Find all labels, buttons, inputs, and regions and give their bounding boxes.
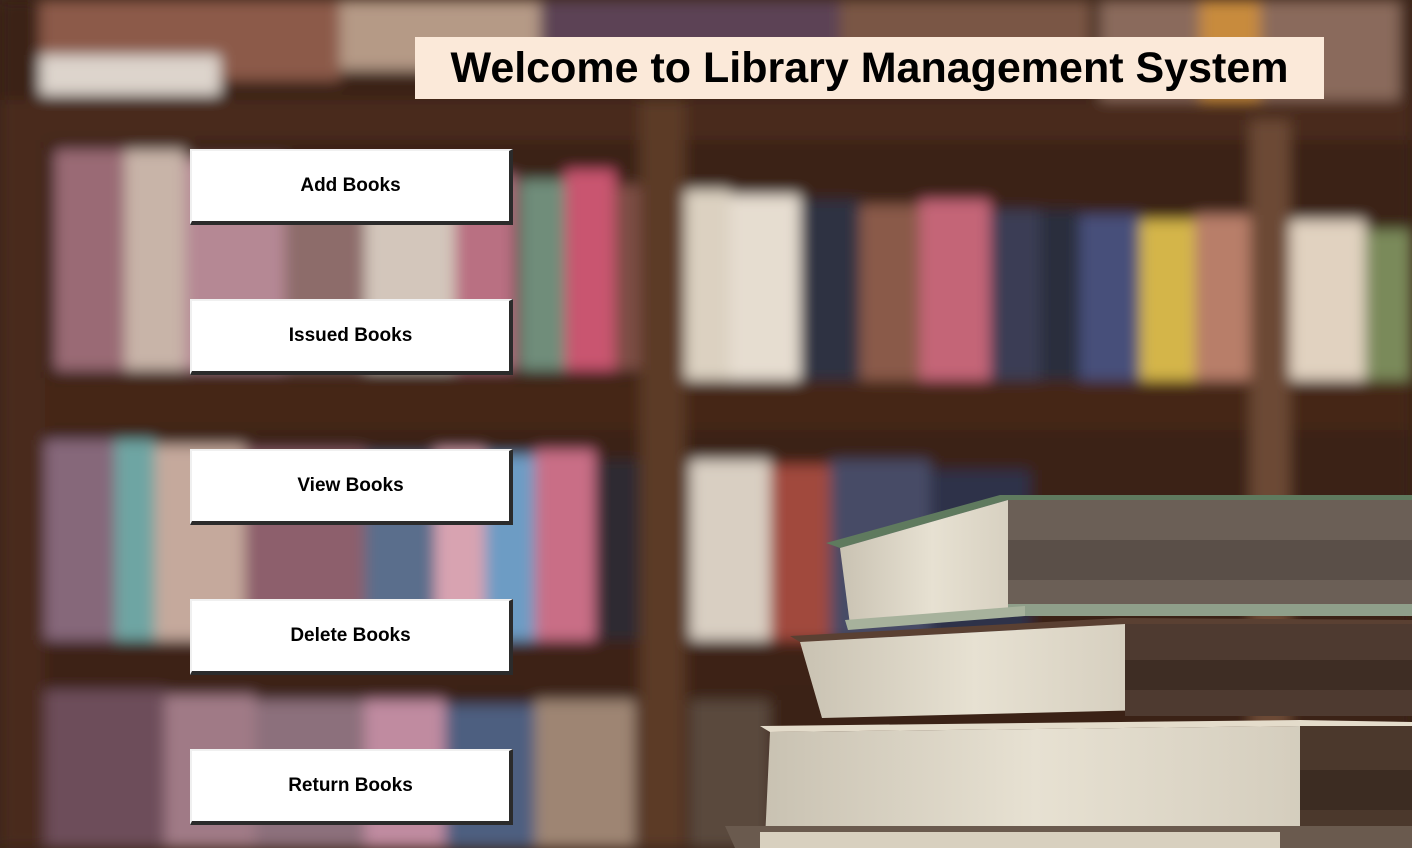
add-books-button[interactable]: Add Books [190,149,513,225]
return-books-button[interactable]: Return Books [190,749,513,825]
view-books-button[interactable]: View Books [190,449,513,525]
delete-books-button[interactable]: Delete Books [190,599,513,675]
issued-books-button[interactable]: Issued Books [190,299,513,375]
library-background-image [0,0,1412,848]
page-title: Welcome to Library Management System [415,37,1324,99]
